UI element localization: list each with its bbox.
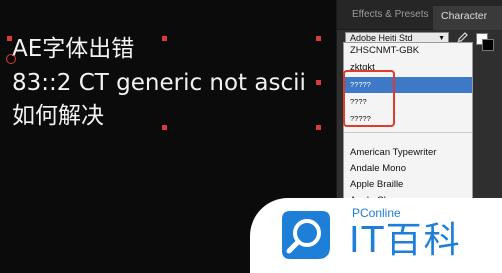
watermark-brand: PConline xyxy=(352,206,401,220)
stroke-color-swatch[interactable] xyxy=(482,39,494,51)
font-list-item[interactable]: ZHSCNMT-GBK xyxy=(344,43,472,59)
watermark-title: IT百科 xyxy=(349,220,462,261)
tab-effects-presets[interactable]: Effects & Presets xyxy=(352,9,429,20)
list-divider xyxy=(344,132,472,133)
font-list-item[interactable]: Andale Mono xyxy=(344,161,472,177)
pconline-logo-icon xyxy=(282,211,330,259)
bounding-box-handle[interactable] xyxy=(162,36,167,41)
text-layer-line-2[interactable]: 83::2 CT generic not ascii xyxy=(12,69,306,97)
text-layer-line-3[interactable]: 如何解决 xyxy=(12,102,104,130)
bounding-box-handle[interactable] xyxy=(316,36,321,41)
font-list-item[interactable]: Apple Braille xyxy=(344,177,472,193)
bounding-box-handle[interactable] xyxy=(162,125,167,130)
bounding-box-handle[interactable] xyxy=(7,36,12,41)
text-layer-line-1[interactable]: AE字体出错 xyxy=(12,35,134,63)
font-list-item[interactable]: American Typewriter xyxy=(344,145,472,161)
bounding-box-handle[interactable] xyxy=(316,80,321,85)
bounding-box-handle[interactable] xyxy=(316,125,321,130)
tab-character[interactable]: Character xyxy=(433,6,502,30)
annotation-highlight-box xyxy=(343,70,395,127)
panel-tab-bar: Effects & Presets Character xyxy=(337,0,502,30)
anchor-point-icon[interactable] xyxy=(6,54,16,64)
